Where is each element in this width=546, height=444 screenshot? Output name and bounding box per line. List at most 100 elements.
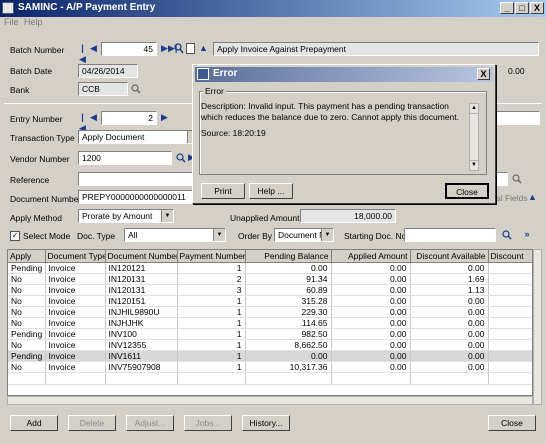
optional-fields-toggle-icon[interactable]: ▲	[528, 192, 537, 203]
table-cell[interactable]: Pending	[8, 350, 46, 363]
first-entry-icon[interactable]: |◀	[78, 112, 87, 133]
table-row[interactable]: No Invoice INV75907908 1 10,317.36 0.00 0.00	[8, 361, 532, 374]
order-by-select[interactable]: Document Number▼	[274, 228, 334, 242]
col-pending-balance[interactable]: Pending Balance	[245, 250, 332, 263]
entry-number-input[interactable]: 2	[101, 111, 157, 125]
table-row[interactable]	[8, 372, 532, 385]
table-cell[interactable]: 0.00	[410, 306, 489, 318]
optional-fields-link[interactable]: al Fields	[496, 193, 528, 203]
table-cell[interactable]: 0.00	[410, 350, 489, 363]
table-cell[interactable]: 2	[177, 273, 246, 285]
table-cell[interactable]: 91.34	[245, 273, 332, 285]
zoom-up-icon[interactable]: ▲	[199, 43, 208, 54]
table-cell[interactable]	[488, 284, 532, 296]
table-cell[interactable]: Invoice	[45, 328, 106, 341]
table-cell[interactable]: 0.00	[331, 295, 411, 307]
horizontal-scrollbar[interactable]	[7, 396, 533, 405]
adjust-button[interactable]: Adjust...	[126, 415, 174, 431]
table-cell[interactable]: 0.00	[331, 262, 411, 274]
table-cell[interactable]: 1	[177, 339, 246, 352]
table-cell[interactable]: INJHJHK	[105, 317, 178, 330]
table-cell[interactable]: 3	[177, 284, 246, 296]
documents-grid[interactable]: Apply Document Type Document Number Paym…	[7, 249, 533, 396]
minimize-button[interactable]: _	[500, 2, 514, 14]
table-cell[interactable]: 0.00	[331, 339, 411, 352]
select-mode-checkbox[interactable]: ✓	[10, 231, 20, 241]
table-cell[interactable]	[105, 372, 178, 385]
vendor-finder-icon[interactable]	[176, 153, 186, 163]
table-cell[interactable]	[488, 372, 532, 385]
table-cell[interactable]: 1	[177, 262, 246, 274]
table-cell[interactable]	[488, 339, 532, 352]
table-cell[interactable]: Invoice	[45, 262, 106, 274]
table-cell[interactable]: Invoice	[45, 317, 106, 330]
table-cell[interactable]: No	[8, 284, 46, 296]
previous-batch-icon[interactable]: ◀	[89, 43, 98, 54]
table-cell[interactable]: 1	[177, 361, 246, 374]
table-row[interactable]: Pending Invoice IN120121 1 0.00 0.00 0.00	[8, 262, 532, 274]
starting-doc-input[interactable]	[404, 228, 496, 242]
table-cell[interactable]: 0.00	[331, 350, 411, 363]
batch-number-input[interactable]: 45	[101, 42, 157, 56]
table-cell[interactable]: Invoice	[45, 295, 106, 307]
table-cell[interactable]: INV1611	[105, 350, 178, 363]
table-cell[interactable]	[488, 361, 532, 374]
previous-entry-icon[interactable]: ◀	[89, 112, 98, 123]
table-cell[interactable]	[488, 306, 532, 318]
error-scrollbar[interactable]: ▲ ▼	[469, 103, 479, 171]
table-cell[interactable]: INJHIL9890U	[105, 306, 178, 318]
col-document-number[interactable]: Document Number	[105, 250, 178, 263]
table-row[interactable]: No Invoice INJHIL9890U 1 229.30 0.00 0.00	[8, 306, 532, 318]
table-cell[interactable]: INV12355	[105, 339, 178, 352]
table-row[interactable]: No Invoice INV12355 1 8,662.50 0.00 0.00	[8, 339, 532, 352]
table-cell[interactable]: 8,662.50	[245, 339, 332, 352]
dialog-print-button[interactable]: Print	[201, 183, 245, 199]
table-cell[interactable]: No	[8, 306, 46, 318]
table-cell[interactable]: 229.30	[245, 306, 332, 318]
table-cell[interactable]: 0.00	[410, 361, 489, 374]
table-row[interactable]: No Invoice IN120131 2 91.34 0.00 1.69	[8, 273, 532, 285]
bank-finder-icon[interactable]	[131, 84, 141, 94]
scroll-down-icon[interactable]: ▼	[470, 160, 478, 170]
table-cell[interactable]: 0.00	[410, 339, 489, 352]
table-cell[interactable]: Invoice	[45, 273, 106, 285]
table-cell[interactable]	[8, 372, 46, 385]
dialog-help-button[interactable]: Help ...	[249, 183, 293, 199]
table-cell[interactable]	[410, 372, 489, 385]
table-cell[interactable]: IN120131	[105, 273, 178, 285]
jobs-button[interactable]: Jobs...	[184, 415, 232, 431]
table-cell[interactable]: 0.00	[410, 295, 489, 307]
table-cell[interactable]: No	[8, 317, 46, 330]
table-cell[interactable]: IN120131	[105, 284, 178, 296]
table-cell[interactable]: 1	[177, 306, 246, 318]
table-cell[interactable]	[488, 317, 532, 330]
table-cell[interactable]: 0.00	[331, 328, 411, 341]
table-cell[interactable]: IN120151	[105, 295, 178, 307]
first-batch-icon[interactable]: |◀	[78, 43, 87, 64]
starting-doc-finder-icon[interactable]	[502, 230, 512, 240]
table-cell[interactable]: INV100	[105, 328, 178, 341]
table-row[interactable]: No Invoice IN120131 3 60.89 0.00 1.13	[8, 284, 532, 296]
menu-help[interactable]: Help	[24, 17, 43, 27]
table-cell[interactable]: 60.89	[245, 284, 332, 296]
table-cell[interactable]: 0.00	[245, 350, 332, 363]
table-cell[interactable]	[331, 372, 411, 385]
table-cell[interactable]: Invoice	[45, 306, 106, 318]
table-cell[interactable]: No	[8, 273, 46, 285]
table-cell[interactable]: INV75907908	[105, 361, 178, 374]
close-button[interactable]: Close	[488, 415, 536, 431]
table-cell[interactable]: 0.00	[331, 306, 411, 318]
next-entry-icon[interactable]: ▶	[160, 112, 169, 123]
table-cell[interactable]: 1	[177, 328, 246, 341]
table-cell[interactable]: 1.69	[410, 273, 489, 285]
col-discount[interactable]: Discount	[488, 250, 532, 263]
table-row[interactable]: No Invoice INJHJHK 1 114.65 0.00 0.00	[8, 317, 532, 330]
table-cell[interactable]: 0.00	[245, 262, 332, 274]
col-payment-number[interactable]: Payment Number	[177, 250, 246, 263]
col-discount-available[interactable]: Discount Available	[410, 250, 489, 263]
table-cell[interactable]	[488, 262, 532, 274]
transaction-type-select[interactable]: Apply Document▼	[78, 130, 200, 144]
table-cell[interactable]	[45, 372, 106, 385]
history-button[interactable]: History...	[242, 415, 290, 431]
vertical-scrollbar[interactable]	[533, 249, 542, 405]
